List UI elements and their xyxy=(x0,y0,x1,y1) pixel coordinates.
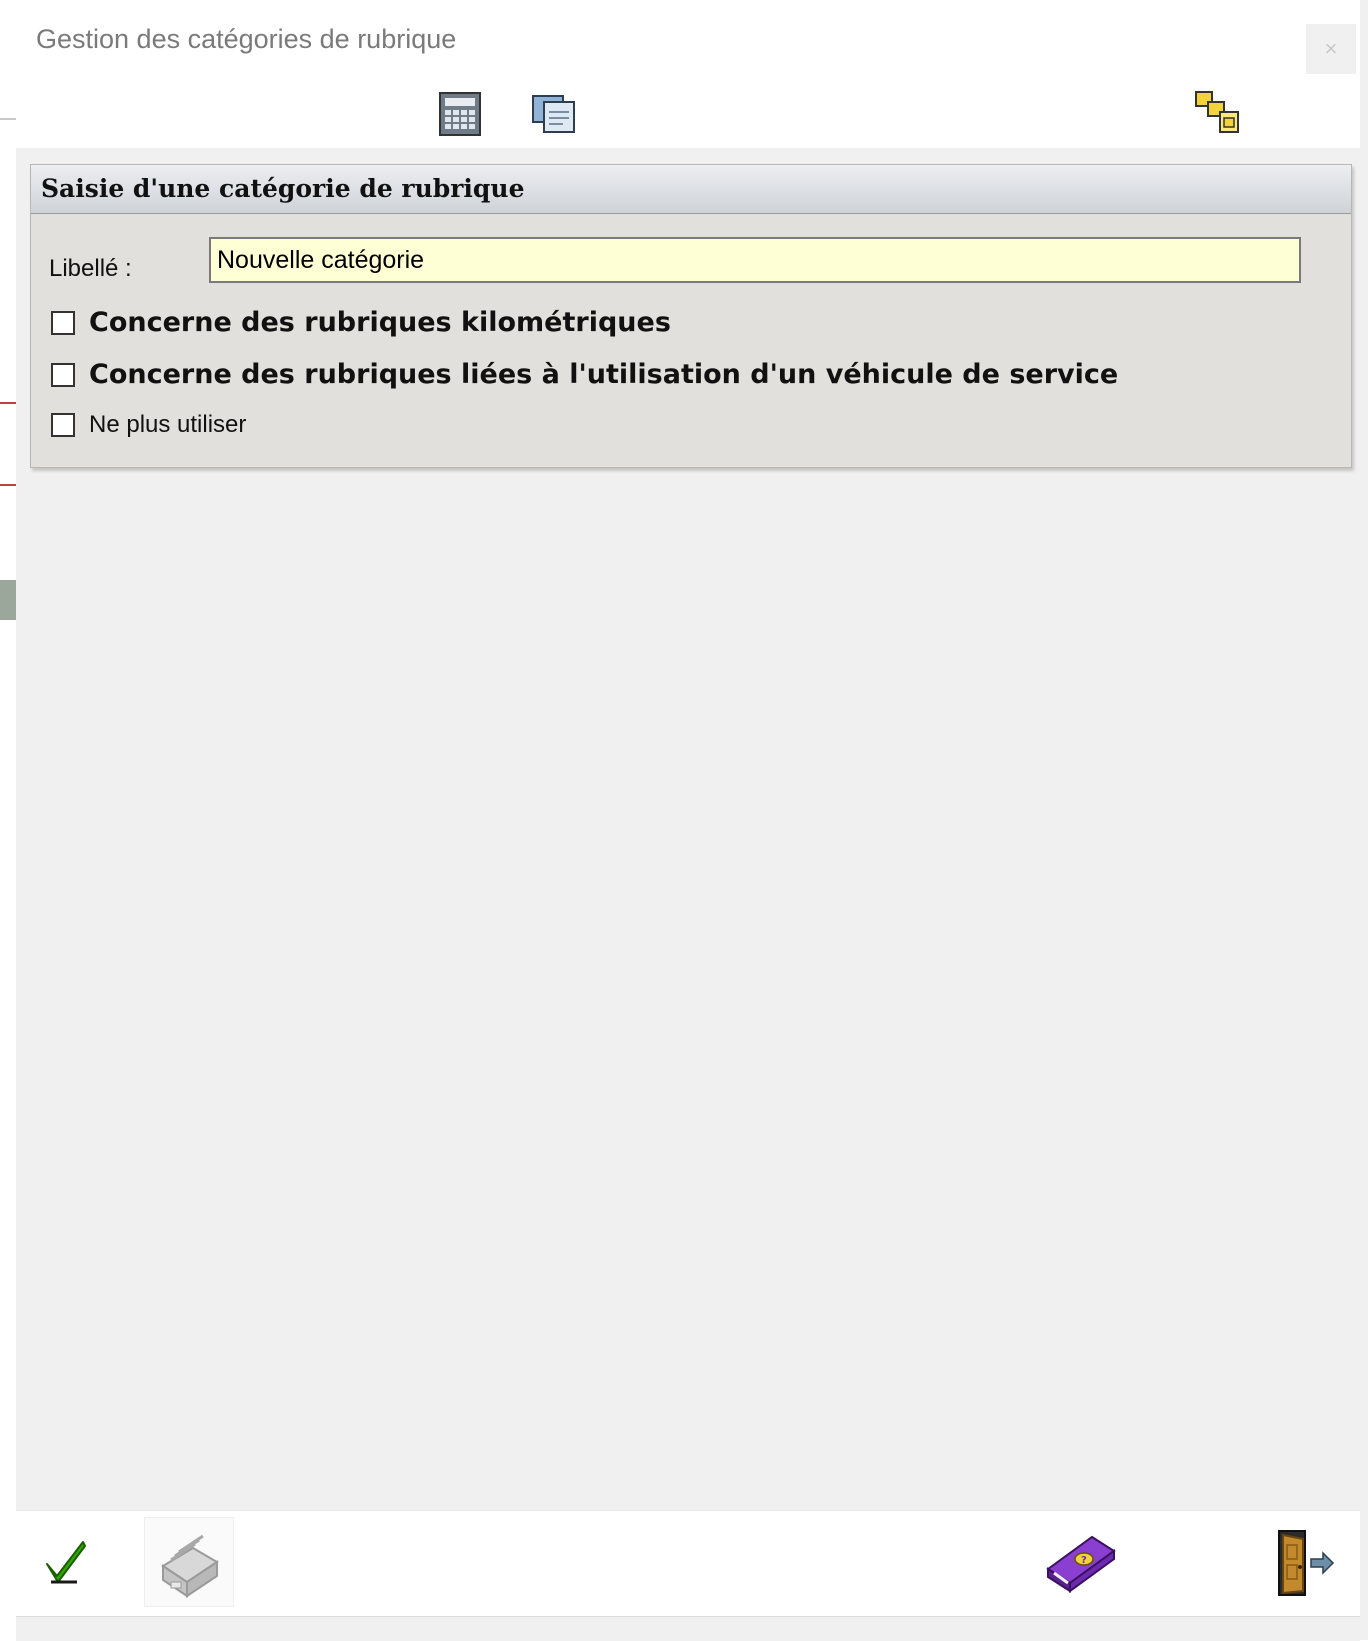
screen-icon[interactable] xyxy=(530,90,578,138)
km-checkbox-label[interactable]: Concerne des rubriques kilométriques xyxy=(89,307,671,338)
footer-bar: ? xyxy=(16,1510,1360,1617)
libelle-input[interactable] xyxy=(209,237,1301,283)
group-title: Saisie d'une catégorie de rubrique xyxy=(31,165,1351,214)
vehicle-checkbox[interactable] xyxy=(51,362,75,387)
calculator-icon[interactable] xyxy=(436,90,484,138)
libelle-label: Libellé : xyxy=(49,255,132,282)
help-book-icon[interactable]: ? xyxy=(1040,1527,1120,1599)
status-strip xyxy=(16,1616,1360,1641)
category-entry-group: Saisie d'une catégorie de rubrique Libel… xyxy=(30,164,1352,468)
dialog-window: Gestion des catégories de rubrique × Sai… xyxy=(16,0,1360,1641)
svg-text:?: ? xyxy=(1081,1555,1087,1566)
background-divider xyxy=(0,118,16,120)
unused-checkbox-label[interactable]: Ne plus utiliser xyxy=(89,411,246,439)
unused-checkbox-row[interactable]: Ne plus utiliser xyxy=(51,411,246,439)
background-divider xyxy=(0,402,16,404)
validate-checkmark-icon[interactable] xyxy=(38,1533,94,1589)
archive-icon xyxy=(161,1534,219,1598)
km-checkbox[interactable] xyxy=(51,310,75,335)
vehicle-checkbox-label[interactable]: Concerne des rubriques liées à l'utilisa… xyxy=(89,359,1118,390)
background-divider xyxy=(0,484,16,486)
tile-windows-icon[interactable] xyxy=(1194,90,1242,138)
vehicle-checkbox-row[interactable]: Concerne des rubriques liées à l'utilisa… xyxy=(51,359,1118,390)
archive-button[interactable] xyxy=(144,1517,234,1607)
unused-checkbox[interactable] xyxy=(51,413,75,437)
km-checkbox-row[interactable]: Concerne des rubriques kilométriques xyxy=(51,307,671,338)
content-area: Saisie d'une catégorie de rubrique Libel… xyxy=(16,148,1360,1510)
background-app-edge xyxy=(0,0,16,1640)
exit-door-icon[interactable] xyxy=(1270,1525,1340,1601)
background-divider xyxy=(0,580,16,620)
window-title: Gestion des catégories de rubrique xyxy=(36,24,457,54)
close-button[interactable]: × xyxy=(1306,24,1356,74)
